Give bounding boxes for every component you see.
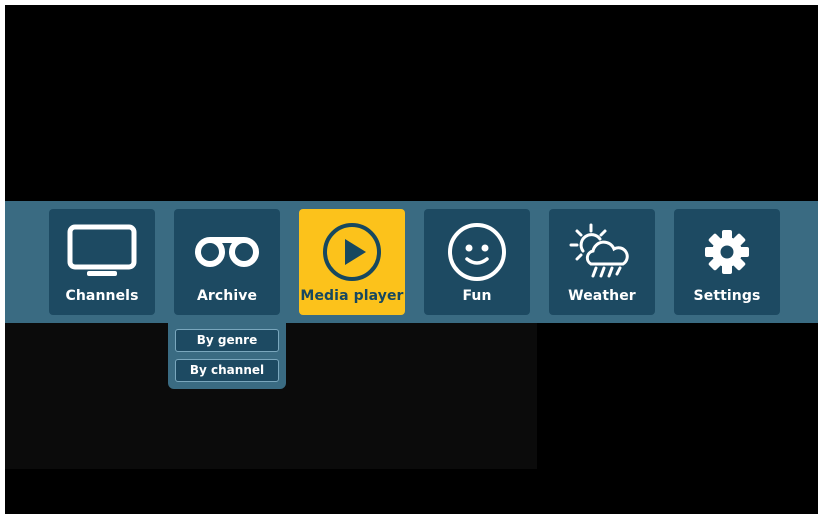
menu-item-settings[interactable]: Settings <box>674 209 780 315</box>
menu-item-label: Settings <box>693 288 761 304</box>
smiley-icon <box>424 221 530 283</box>
weather-icon <box>549 221 655 283</box>
archive-submenu: By genre By channel <box>168 323 286 389</box>
submenu-item-by-genre[interactable]: By genre <box>175 329 279 352</box>
menu-item-label: Archive <box>196 288 258 304</box>
menu-item-media-player[interactable]: Media player <box>299 209 405 315</box>
menu-item-archive[interactable]: Archive <box>174 209 280 315</box>
tv-screen: Channels Archive Media player Fun Weathe… <box>5 5 818 514</box>
menu-item-weather[interactable]: Weather <box>549 209 655 315</box>
menu-item-label: Media player <box>300 288 404 304</box>
tv-icon <box>49 221 155 283</box>
menu-item-label: Weather <box>568 288 636 304</box>
menu-item-label: Channels <box>65 288 139 304</box>
cassette-icon <box>174 221 280 283</box>
menu-item-channels[interactable]: Channels <box>49 209 155 315</box>
play-icon <box>299 221 405 283</box>
menu-item-label: Fun <box>462 288 492 304</box>
submenu-item-by-channel[interactable]: By channel <box>175 359 279 382</box>
main-menu-bar: Channels Archive Media player Fun Weathe… <box>5 201 818 323</box>
gear-icon <box>674 221 780 283</box>
menu-item-fun[interactable]: Fun <box>424 209 530 315</box>
